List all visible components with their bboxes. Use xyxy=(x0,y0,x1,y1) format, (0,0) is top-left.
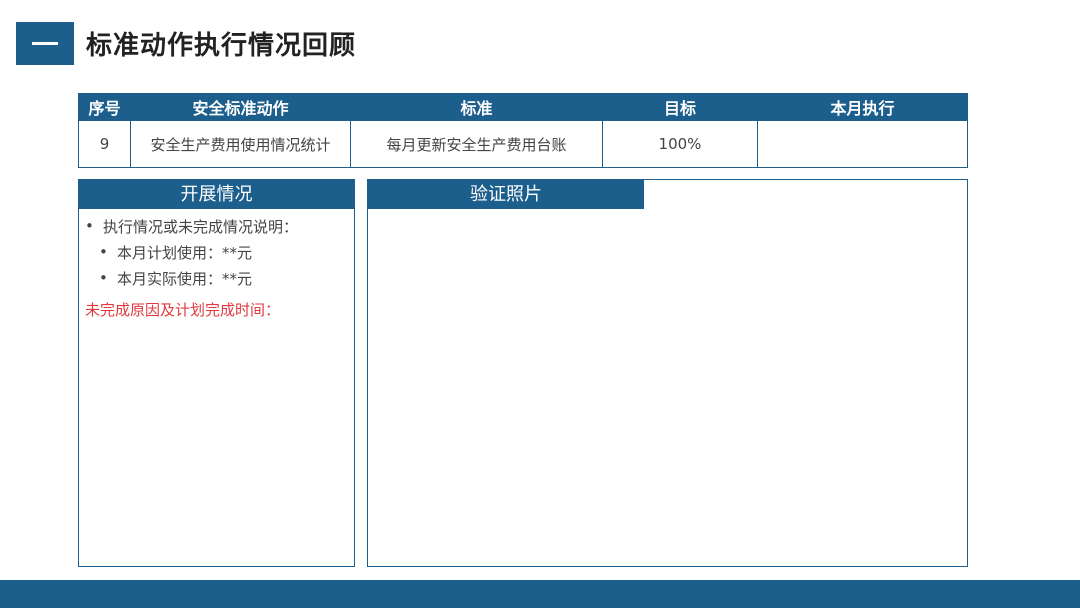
progress-panel: 开展情况 • 执行情况或未完成情况说明： • 本月计划使用：**元 • 本月实际… xyxy=(78,179,355,567)
progress-panel-title: 开展情况 xyxy=(79,180,354,209)
standard-action-table: 序号 安全标准动作 标准 目标 本月执行 9 安全生产费用使用情况统计 每月更新… xyxy=(78,93,968,168)
title-badge xyxy=(16,22,74,65)
table-header-row: 序号 安全标准动作 标准 目标 本月执行 xyxy=(78,93,968,121)
incomplete-reason-label: 未完成原因及计划完成时间： xyxy=(85,301,281,319)
bullet-icon: • xyxy=(85,217,94,235)
list-item-text: 执行情况或未完成情况说明： xyxy=(103,217,299,236)
progress-panel-content[interactable]: • 执行情况或未完成情况说明： • 本月计划使用：**元 • 本月实际使用：**… xyxy=(79,209,354,327)
list-item-text: 本月实际使用：**元 xyxy=(117,269,253,288)
bullet-icon: • xyxy=(99,243,108,261)
list-item: • 执行情况或未完成情况说明： xyxy=(85,213,348,239)
verification-photo-panel: 验证照片 xyxy=(367,179,968,567)
cell-index: 9 xyxy=(78,120,131,168)
cell-target: 100% xyxy=(602,120,758,168)
cell-monthly-execution[interactable] xyxy=(757,120,968,168)
column-header-standard: 标准 xyxy=(350,93,603,121)
page-title: 标准动作执行情况回顾 xyxy=(86,31,357,61)
cell-standard: 每月更新安全生产费用台账 xyxy=(350,120,603,168)
column-header-target: 目标 xyxy=(602,93,758,121)
list-item: • 本月实际使用：**元 xyxy=(85,265,348,291)
photo-area[interactable] xyxy=(368,209,967,565)
verification-photo-title: 验证照片 xyxy=(368,180,644,209)
column-header-index: 序号 xyxy=(78,93,131,121)
column-header-action: 安全标准动作 xyxy=(130,93,351,121)
column-header-monthly-execution: 本月执行 xyxy=(757,93,968,121)
bullet-icon: • xyxy=(99,269,108,287)
dash-icon xyxy=(32,42,58,45)
list-item: • 本月计划使用：**元 xyxy=(85,239,348,265)
table-row: 9 安全生产费用使用情况统计 每月更新安全生产费用台账 100% xyxy=(78,120,968,168)
footer-bar xyxy=(0,580,1080,608)
cell-action: 安全生产费用使用情况统计 xyxy=(130,120,351,168)
list-item-text: 本月计划使用：**元 xyxy=(117,243,253,262)
